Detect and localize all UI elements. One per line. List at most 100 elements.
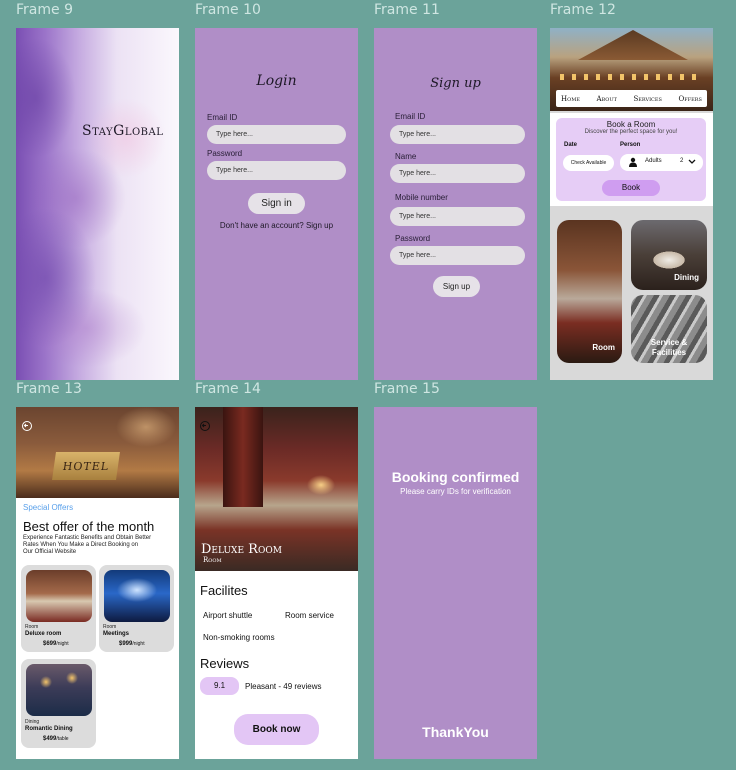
frame-label-10: Frame 10: [195, 2, 261, 18]
hotel-hero-image: HOTEL: [16, 407, 179, 498]
splash-frame: StayGlobal: [16, 28, 179, 380]
tile-services[interactable]: Service & Facilities: [631, 295, 707, 363]
adults-label: Adults: [645, 158, 662, 164]
nav-services[interactable]: Services: [633, 95, 662, 103]
signup-mobile-label: Mobile number: [395, 193, 448, 202]
offers-frame: HOTEL Special Offers Best offer of the m…: [16, 407, 179, 759]
booking-panel: Book a Room Discover the perfect space f…: [556, 118, 706, 201]
book-now-button[interactable]: Book now: [234, 714, 319, 745]
offers-desc-3: Our Official Website: [23, 549, 77, 555]
room-title: Deluxe Room: [201, 542, 282, 557]
offer-category: Room: [103, 624, 117, 630]
offer-category: Room: [25, 624, 39, 630]
facility-item: Airport shuttle: [203, 611, 253, 620]
back-arrow-icon: [23, 423, 28, 428]
hotel-sign: HOTEL: [52, 452, 120, 480]
nav-offers[interactable]: Offers: [678, 95, 702, 103]
adults-count: 2: [680, 158, 684, 164]
signup-password-label: Password: [395, 234, 431, 243]
book-button[interactable]: Book: [602, 180, 660, 196]
brand-logo: StayGlobal: [82, 123, 164, 139]
nav-home[interactable]: Home: [561, 95, 580, 103]
person-icon: [629, 157, 637, 167]
signup-name-label: Name: [395, 152, 417, 161]
date-label: Date: [564, 142, 578, 148]
tile-room[interactable]: Room: [557, 220, 622, 363]
password-input[interactable]: Type here...: [207, 161, 346, 180]
offer-card[interactable]: Room Deluxe room $699/night: [21, 565, 96, 652]
frame-label-9: Frame 9: [16, 2, 73, 18]
signup-link[interactable]: Don't have an account? Sign up: [195, 221, 358, 230]
tile-services-label-1: Service &: [650, 338, 688, 347]
home-frame: Home About Services Offers Book a Room D…: [550, 28, 713, 380]
email-input[interactable]: Type here...: [207, 125, 346, 144]
back-button[interactable]: [200, 421, 210, 431]
nav-about[interactable]: About: [596, 95, 616, 103]
password-label: Password: [207, 149, 243, 158]
offer-card-image: [26, 570, 92, 622]
offers-desc-2: Rates When You Make a Direct Booking on: [23, 542, 139, 548]
signup-email-label: Email ID: [395, 112, 426, 121]
curtain-shape: [223, 407, 263, 507]
offer-name: Deluxe room: [25, 631, 62, 637]
offer-card-image: [104, 570, 170, 622]
offer-name: Romantic Dining: [25, 726, 73, 732]
person-label: Person: [620, 142, 641, 148]
person-selector[interactable]: Adults 2: [620, 154, 703, 171]
offer-price-value: $999: [119, 641, 133, 647]
back-arrow-icon: [201, 423, 206, 428]
offer-price-unit: /night: [56, 641, 69, 647]
signup-password-input[interactable]: Type here...: [390, 246, 525, 265]
offer-price-value: $699: [43, 641, 57, 647]
tile-services-label-2: Facilities: [651, 348, 687, 357]
offer-price-value: $499: [43, 736, 57, 742]
review-score-badge: 9.1: [200, 677, 239, 695]
frame-label-15: Frame 15: [374, 381, 440, 397]
watercolor-texture: [16, 28, 179, 380]
offer-card-image: [26, 664, 92, 716]
signup-email-input[interactable]: Type here...: [390, 125, 525, 144]
tile-dining[interactable]: Dining: [631, 220, 707, 290]
signup-button[interactable]: Sign up: [433, 276, 480, 297]
tile-dining-label: Dining: [674, 273, 699, 282]
facilities-heading: Facilites: [200, 583, 248, 598]
signup-frame: Sign up Email ID Type here... Name Type …: [374, 28, 537, 380]
tile-room-label: Room: [592, 343, 615, 352]
confirm-title: Booking confirmed: [391, 469, 520, 485]
offer-card[interactable]: Room Meetings $999/night: [99, 565, 174, 652]
signup-name-input[interactable]: Type here...: [390, 164, 525, 183]
facility-item: Room service: [285, 611, 334, 620]
signup-title: Sign up: [430, 76, 481, 91]
frame-label-13: Frame 13: [16, 381, 82, 397]
roof-shape: [578, 30, 688, 60]
lights-row: [560, 74, 700, 80]
thank-you-text: ThankYou: [422, 724, 489, 740]
confirm-subtitle: Please carry IDs for verification: [400, 487, 511, 496]
check-available-button[interactable]: Check Available: [563, 155, 614, 171]
offers-headline: Best offer of the month: [23, 519, 155, 534]
offer-category: Dining: [25, 719, 40, 725]
offers-desc-1: Experience Fantastic Benefits and Obtain…: [23, 535, 152, 541]
book-title: Book a Room: [606, 120, 656, 129]
offer-name: Meetings: [103, 631, 130, 637]
login-frame: Login Email ID Type here... Password Typ…: [195, 28, 358, 380]
offers-tag: Special Offers: [23, 503, 74, 512]
offer-price: $699/night: [43, 641, 69, 647]
frame-label-14: Frame 14: [195, 381, 261, 397]
email-label: Email ID: [207, 113, 238, 122]
offer-card[interactable]: Dining Romantic Dining $499/table: [21, 659, 96, 748]
offer-price-unit: /table: [56, 736, 69, 742]
offer-price: $499/table: [43, 736, 69, 742]
reviews-heading: Reviews: [200, 656, 250, 671]
room-detail-frame: Deluxe Room Room Facilites Airport shutt…: [195, 407, 358, 759]
chevron-down-icon: [688, 159, 696, 164]
signup-mobile-input[interactable]: Type here...: [390, 207, 525, 226]
back-button[interactable]: [22, 421, 32, 431]
review-summary: Pleasant - 49 reviews: [245, 682, 322, 691]
signin-button[interactable]: Sign in: [248, 193, 305, 214]
frame-label-12: Frame 12: [550, 2, 616, 18]
nav-bar: Home About Services Offers: [556, 90, 707, 107]
room-subtitle: Room: [203, 556, 222, 564]
frame-label-11: Frame 11: [374, 2, 440, 18]
book-subtitle: Discover the perfect space for you!: [584, 129, 678, 135]
